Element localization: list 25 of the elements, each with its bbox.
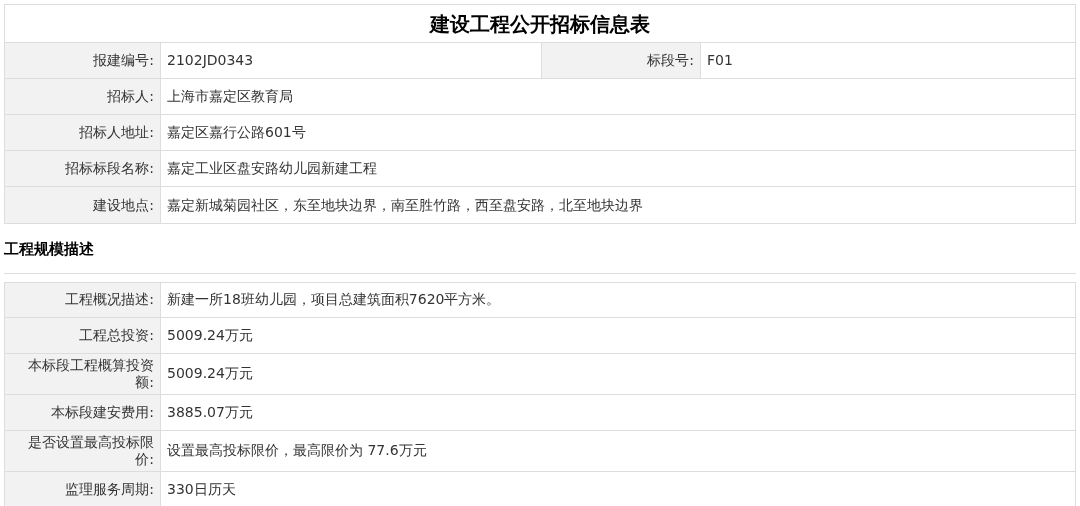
field-value: 3885.07万元: [166, 402, 254, 422]
field-value: 上海市嘉定区教育局: [166, 87, 294, 106]
field-value: 新建一所18班幼儿园，项目总建筑面积7620平方米。: [166, 290, 502, 309]
field-label: 本标段建安费用:: [5, 394, 161, 430]
field-label: 监理服务周期:: [5, 471, 161, 506]
field-label: 标段号:: [541, 43, 701, 78]
field-label: 招标人:: [5, 79, 161, 114]
field-label: 本标段工程概算投资额:: [5, 353, 161, 394]
field-label: 招标标段名称:: [5, 151, 161, 186]
field-value: 嘉定工业区盘安路幼儿园新建工程: [166, 159, 378, 178]
section-heading: 工程规模描述: [4, 238, 1076, 274]
field-value: 嘉定新城菊园社区，东至地块边界，南至胜竹路，西至盘安路，北至地块边界: [166, 195, 644, 215]
field-value: 设置最高投标限价，最高限价为 77.6万元: [166, 441, 428, 460]
field-label: 是否设置最高投标限价:: [5, 430, 161, 471]
field-value: 2102JD0343: [166, 51, 255, 70]
field-label: 建设地点:: [5, 187, 161, 223]
field-value: F01: [706, 51, 734, 70]
field-value: 嘉定区嘉行公路601号: [166, 123, 307, 142]
field-label: 报建编号:: [5, 43, 161, 78]
field-value: 5009.24万元: [166, 364, 254, 383]
field-label: 招标人地址:: [5, 115, 161, 150]
field-label: 工程总投资:: [5, 317, 161, 353]
field-value: 330日历天: [166, 479, 237, 499]
field-value: 5009.24万元: [166, 325, 254, 345]
field-label: 工程概况描述:: [5, 282, 161, 317]
